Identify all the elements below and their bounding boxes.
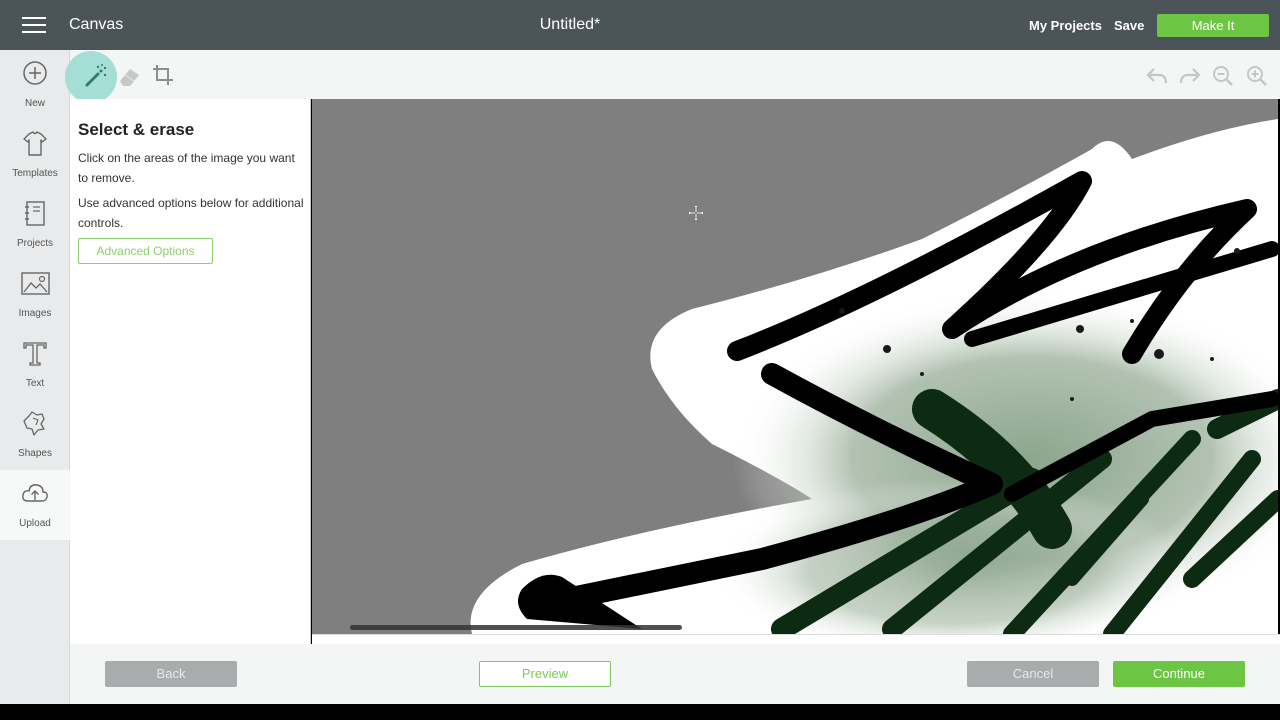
sidebar-item-label: Images — [18, 308, 52, 319]
cancel-button[interactable]: Cancel — [967, 661, 1099, 687]
crop-icon[interactable] — [152, 64, 174, 86]
cloud-upload-icon — [22, 484, 48, 502]
uploaded-image — [470, 119, 1278, 634]
sidebar-item-label: Projects — [16, 238, 54, 249]
preview-button[interactable]: Preview — [479, 661, 611, 687]
horizontal-scrollbar[interactable] — [350, 625, 682, 630]
sidebar-item-label: Upload — [19, 518, 51, 529]
notebook-icon — [25, 201, 45, 226]
sidebar-item-upload[interactable]: Upload — [0, 470, 70, 540]
sidebar-item-label: Templates — [12, 168, 58, 179]
sidebar-item-label: Shapes — [18, 448, 52, 459]
advanced-options-button[interactable]: Advanced Options — [78, 238, 213, 264]
tshirt-icon — [23, 131, 47, 156]
image-icon — [21, 272, 50, 295]
magic-wand-icon[interactable] — [83, 63, 109, 89]
footer-bar: Back Preview Cancel Continue — [70, 644, 1280, 704]
zoom-out-icon[interactable] — [1212, 65, 1234, 87]
sidebar-item-shapes[interactable]: Shapes — [0, 400, 70, 470]
undo-icon[interactable] — [1146, 67, 1168, 85]
document-title: Untitled* — [539, 16, 601, 33]
redo-icon[interactable] — [1179, 67, 1201, 85]
select-erase-panel: Select & erase Click on the areas of the… — [70, 99, 311, 644]
sidebar-item-new[interactable]: New — [0, 50, 70, 120]
panel-title: Select & erase — [78, 120, 195, 139]
sidebar-item-projects[interactable]: Projects — [0, 190, 70, 260]
panel-instructions: Click on the areas of the image you want… — [78, 151, 295, 185]
crosshair-cursor-icon — [689, 206, 703, 220]
plus-circle-icon — [23, 61, 47, 85]
sidebar-item-images[interactable]: Images — [0, 260, 70, 330]
top-bar: Canvas Untitled* My Projects Save Make I… — [0, 0, 1280, 50]
continue-button[interactable]: Continue — [1113, 661, 1245, 687]
make-it-button[interactable]: Make It — [1157, 14, 1269, 37]
sidebar-item-label: New — [24, 98, 45, 109]
zoom-in-icon[interactable] — [1246, 65, 1268, 87]
panel-advanced-hint: Use advanced options below for additiona… — [78, 196, 304, 230]
bottom-letterbox — [0, 704, 1280, 720]
shapes-icon — [23, 411, 45, 436]
sidebar-item-text[interactable]: Text — [0, 330, 70, 400]
eraser-icon[interactable] — [117, 64, 143, 88]
tool-strip — [70, 50, 1280, 99]
my-projects-link[interactable]: My Projects — [1029, 18, 1102, 33]
sidebar: New Templates Projects Images Text Shape… — [0, 50, 70, 704]
sidebar-item-templates[interactable]: Templates — [0, 120, 70, 190]
text-icon — [23, 342, 47, 366]
sidebar-item-label: Text — [25, 378, 45, 389]
back-button[interactable]: Back — [105, 661, 237, 687]
canvas-bottom-edge — [312, 634, 1280, 644]
save-button[interactable]: Save — [1114, 18, 1144, 33]
image-canvas[interactable] — [312, 99, 1278, 634]
